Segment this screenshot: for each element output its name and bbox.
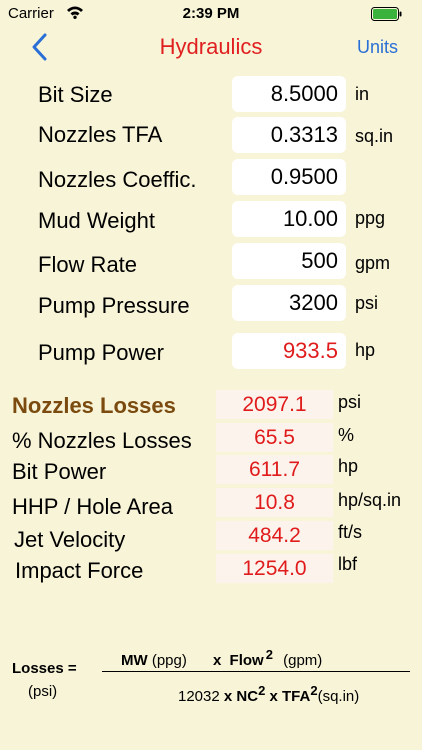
mud-weight-label: Mud Weight bbox=[38, 208, 155, 233]
nozzles-tfa-label: Nozzles TFA bbox=[38, 122, 163, 147]
pct-nozzles-losses-label: % Nozzles Losses bbox=[12, 428, 192, 453]
clock: 2:39 PM bbox=[182, 5, 240, 22]
pct-nozzles-losses-value: 65.5 bbox=[216, 423, 333, 452]
formula-mw-unit: (ppg) bbox=[151, 652, 187, 669]
formula-flow-exponent: 2 bbox=[265, 647, 273, 662]
formula-den-times-2: x bbox=[269, 688, 278, 705]
formula-den-times-1: x bbox=[223, 688, 233, 705]
formula-nc-exponent: 2 bbox=[258, 683, 266, 698]
formula-mw: MW bbox=[121, 652, 148, 669]
jet-velocity-label: Jet Velocity bbox=[14, 527, 126, 552]
jet-velocity-unit: ft/s bbox=[338, 522, 363, 542]
bit-size-unit: in bbox=[355, 84, 370, 104]
flow-rate-unit: gpm bbox=[355, 253, 391, 273]
formula-nc: NC bbox=[236, 688, 259, 705]
jet-velocity-value: 484.2 bbox=[216, 521, 333, 550]
mud-weight-unit: ppg bbox=[355, 208, 386, 228]
formula-numerator: MW (ppg) x Flow 2 (gpm) bbox=[121, 647, 322, 669]
pump-pressure-field[interactable]: 3200 bbox=[232, 285, 346, 321]
units-button[interactable]: Units bbox=[357, 37, 398, 58]
pump-pressure-unit: psi bbox=[355, 293, 379, 313]
pump-pressure-label: Pump Pressure bbox=[38, 293, 190, 318]
hhp-hole-area-value: 10.8 bbox=[216, 488, 333, 517]
formula-tfa-unit: (sq.in) bbox=[317, 688, 360, 705]
nozzles-tfa-field[interactable]: 0.3313 bbox=[232, 117, 346, 153]
status-bar: Carrier 2:39 PM bbox=[0, 0, 422, 28]
nozzles-losses-label: Nozzles Losses bbox=[12, 393, 176, 418]
hhp-hole-area-unit: hp/sq.in bbox=[338, 490, 402, 510]
fraction-bar bbox=[102, 671, 410, 672]
flow-rate-label: Flow Rate bbox=[38, 252, 138, 277]
bit-size-field[interactable]: 8.5000 bbox=[232, 76, 346, 112]
formula-flow-unit: (gpm) bbox=[283, 652, 323, 669]
bit-power-value: 611.7 bbox=[216, 455, 333, 484]
formula-lhs: Losses = bbox=[12, 660, 77, 677]
pump-power-value: 933.5 bbox=[232, 333, 346, 369]
hhp-hole-area-label: HHP / Hole Area bbox=[12, 494, 174, 519]
pump-power-label: Pump Power bbox=[38, 340, 164, 365]
pct-nozzles-losses-unit: % bbox=[338, 425, 355, 445]
formula-denominator: 12032 x NC2 x TFA2(sq.in) bbox=[178, 683, 359, 705]
pump-power-unit: hp bbox=[355, 340, 376, 360]
impact-force-unit: lbf bbox=[338, 554, 358, 574]
nozzles-coeffic-label: Nozzles Coeffic. bbox=[38, 167, 197, 192]
nozzles-coeffic-field[interactable]: 0.9500 bbox=[232, 159, 346, 195]
bit-size-label: Bit Size bbox=[38, 82, 113, 107]
bit-power-label: Bit Power bbox=[12, 459, 107, 484]
formula-tfa-exponent: 2 bbox=[310, 683, 318, 698]
battery-icon bbox=[371, 7, 402, 21]
formula-flow: Flow bbox=[229, 652, 264, 669]
formula-tfa: TFA bbox=[282, 688, 311, 705]
nozzles-losses-unit: psi bbox=[338, 392, 362, 412]
formula-constant: 12032 bbox=[178, 688, 220, 705]
mud-weight-field[interactable]: 10.00 bbox=[232, 201, 346, 237]
formula-num-times: x bbox=[213, 652, 222, 669]
impact-force-label: Impact Force bbox=[15, 558, 144, 583]
flow-rate-field[interactable]: 500 bbox=[232, 243, 346, 279]
bit-power-unit: hp bbox=[338, 456, 359, 476]
formula-lhs-unit: (psi) bbox=[28, 683, 58, 700]
nozzles-tfa-unit: sq.in bbox=[355, 126, 394, 146]
nozzles-losses-value: 2097.1 bbox=[216, 390, 333, 419]
impact-force-value: 1254.0 bbox=[216, 554, 333, 583]
